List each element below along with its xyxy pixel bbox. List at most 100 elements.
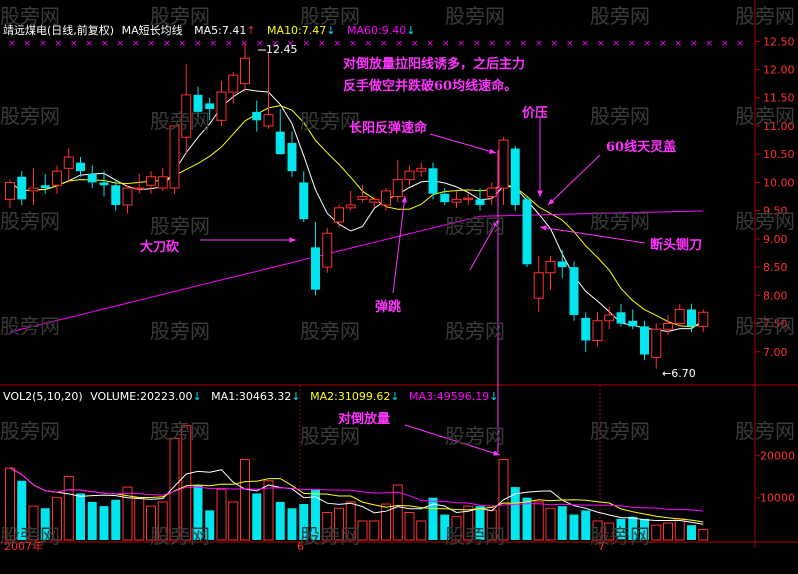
candle-down [628,320,638,327]
ma60-value: MA60:9.40 [346,24,407,37]
marker-x: × [303,39,311,49]
watermark-text: 股旁网 [590,524,650,548]
candle-up [122,187,133,206]
candle-up [157,176,168,189]
volume-bar-up [63,476,74,541]
volume-bar-up [216,488,227,541]
volume-bar-down [99,506,109,540]
candle-up [486,187,497,198]
candle-up [228,74,239,93]
marker-x: × [396,39,404,49]
watermark-text: 股旁网 [445,424,505,448]
candle-down [311,247,320,290]
volume-bar-up [416,520,427,541]
price-tick-label: 10.00 [763,176,795,189]
watermark-text: 股旁网 [0,314,60,338]
price-tick-label: 12.00 [763,64,795,77]
marker-x: × [70,39,78,49]
arrow-ma60-cover [547,154,601,206]
volume-bar-up [240,459,250,541]
marker-x: × [582,39,590,49]
marker-x: × [659,39,667,49]
down-arrow-icon: ↓ [406,24,416,37]
annotation-rebound: 弹跳 [375,300,402,315]
annotation-break-head: 断头铡刀 [650,238,703,253]
candle-down [640,326,649,355]
marker-x: × [706,39,714,49]
marker-x: × [210,39,218,49]
candle-down [99,182,109,186]
price-tick-label: 9.00 [763,233,788,246]
candle-down [87,173,97,183]
down-arrow-icon: ↓ [489,390,499,403]
vol-ma1: MA1:30463.32 [211,390,292,403]
price-tick-label: 10.50 [763,148,795,161]
marker-x: × [597,39,605,49]
watermark-text: 股旁网 [735,209,795,233]
candle-up [674,308,685,325]
volume-bar-up [698,528,709,541]
watermark-text: 股旁网 [0,419,60,443]
candle-up [240,57,250,85]
marker-x: × [628,39,636,49]
arrow-big-knife-head [289,237,296,243]
indicator-name: MA短长均线 [121,24,183,37]
candle-up [663,323,673,330]
candle-down [76,162,85,172]
marker-x: × [39,39,47,49]
volume-value: VOLUME:20223.00 [90,390,193,403]
watermark-text: 股旁网 [300,319,360,343]
volume-bar-down [76,493,85,540]
candle-up [169,125,180,189]
price-tick-label: 12.50 [763,35,795,48]
down-arrow-icon: ↓ [192,390,202,403]
candle-up [392,179,403,198]
marker-x: × [551,39,559,49]
price-tick-label: 8.00 [763,289,788,302]
arrow-rebound [392,195,406,294]
candle-up [322,232,333,268]
volume-bar-down [557,506,567,540]
vol-ma2: MA2:31099.62 [310,390,391,403]
candle-down [569,267,579,316]
candle-down [428,168,438,194]
volume-bar-up [545,507,556,541]
candle-down [275,131,285,155]
marker-x: × [473,39,481,49]
watermark-text: 股旁网 [735,4,795,28]
candle-up [52,170,62,186]
candle-down [581,317,591,341]
volume-tick-label: 20000 [760,449,795,462]
candle-up [146,176,156,186]
arrow-long-yang-head [489,148,496,154]
candle-down [522,199,532,265]
candle-down [616,312,626,324]
candle-up [263,114,274,127]
marker-x: × [256,39,264,49]
watermark-text: 股旁网 [590,209,650,233]
arrow-break-head-head [540,225,547,231]
marker-x: × [675,39,683,49]
marker-x: × [334,39,342,49]
volume-bar-down [581,510,591,540]
volume-bar-up [663,522,673,541]
candle-down [287,142,297,172]
marker-x: × [442,39,450,49]
marker-x: × [55,39,63,49]
candle-down [252,111,262,121]
marker-x: × [737,39,745,49]
candle-up [5,181,15,200]
marker-x: × [225,39,233,49]
volume-bar-down [87,501,97,540]
candle-up [357,196,368,200]
vol-indicator: VOL2(5,10,20) [3,390,83,403]
arrow-long-yang [429,133,497,154]
candle-up [498,139,509,189]
candle-down [111,185,121,205]
marker-x: × [566,39,574,49]
volume-bar-down [275,501,285,540]
candle-up [381,190,391,206]
watermark-text: 股旁网 [445,4,505,28]
candle-down [510,148,520,205]
volume-bar-up [134,497,145,541]
